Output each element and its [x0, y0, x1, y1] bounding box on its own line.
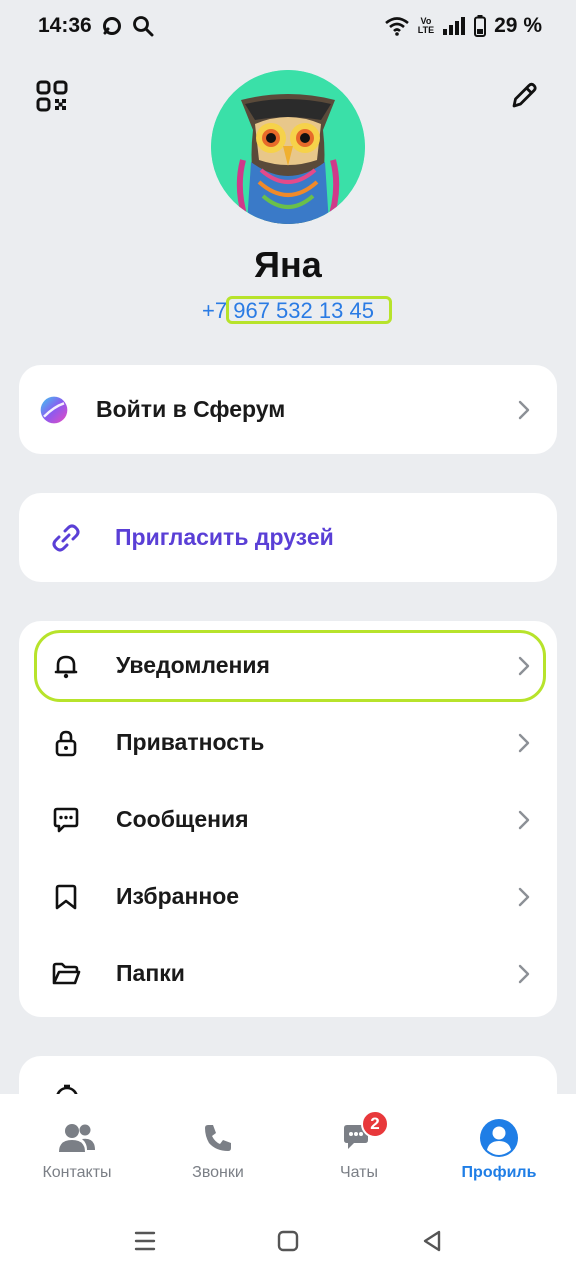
tab-label: Контакты — [42, 1164, 112, 1181]
status-right: Vo LTE 29 % — [384, 14, 542, 38]
qr-code-icon — [36, 80, 68, 112]
link-icon — [51, 523, 81, 553]
chevron-right-icon — [517, 733, 533, 753]
invite-friends-label: Пригласить друзей — [115, 524, 334, 550]
chats-icon: 2 — [339, 1110, 389, 1158]
status-time: 14:36 — [38, 14, 92, 37]
qr-code-button[interactable] — [32, 76, 72, 116]
invite-card: Пригласить друзей — [19, 493, 557, 582]
battery-icon — [474, 15, 487, 37]
back-button[interactable] — [417, 1226, 447, 1256]
bottom-tab-bar: Контакты Звонки 2 Чаты Профиль — [0, 1094, 576, 1200]
tab-label: Профиль — [461, 1164, 537, 1181]
system-navigation-bar — [0, 1200, 576, 1280]
recent-apps-button[interactable] — [130, 1226, 160, 1256]
settings-item-label: Уведомления — [116, 652, 270, 678]
sferum-login-label: Войти в Сферум — [96, 396, 286, 422]
menu-icon — [134, 1231, 156, 1251]
status-bar: 14:36 Vo LTE 29 % — [0, 0, 576, 52]
home-square-icon — [277, 1230, 299, 1252]
chevron-right-icon — [517, 887, 533, 907]
tab-calls[interactable]: Звонки — [146, 1094, 290, 1200]
profile-icon — [479, 1118, 519, 1158]
profile-phone-link[interactable]: +7 967 532 13 45 — [0, 298, 576, 324]
tab-contacts[interactable]: Контакты — [5, 1094, 149, 1200]
volte-indicator: Vo LTE — [418, 17, 434, 35]
settings-item-folders[interactable]: Папки — [19, 935, 557, 1012]
profile-name: Яна — [254, 244, 322, 285]
search-icon — [132, 15, 154, 37]
chevron-right-icon — [517, 810, 533, 830]
tab-chats[interactable]: 2 Чаты — [287, 1094, 431, 1200]
invite-friends-item[interactable]: Пригласить друзей — [19, 499, 557, 576]
signal-icon — [442, 16, 466, 36]
sferum-login-item[interactable]: Войти в Сферум — [19, 371, 557, 448]
chevron-right-icon — [517, 964, 533, 984]
chevron-right-icon — [517, 400, 533, 420]
back-triangle-icon — [423, 1230, 441, 1252]
status-left: 14:36 — [38, 14, 154, 38]
pencil-icon — [512, 82, 537, 108]
chevron-right-icon — [517, 656, 533, 676]
wifi-icon — [384, 16, 410, 36]
settings-item-label: Избранное — [116, 883, 240, 909]
settings-item-notifications[interactable]: Уведомления — [19, 627, 557, 704]
settings-card: Уведомления Приватность Сообщения Избран… — [19, 621, 557, 1017]
settings-item-label: Приватность — [116, 729, 265, 755]
edit-profile-button[interactable] — [504, 76, 544, 116]
settings-item-label: Сообщения — [116, 806, 249, 832]
settings-item-messages[interactable]: Сообщения — [19, 781, 557, 858]
settings-item-label: Папки — [116, 960, 185, 986]
profile-avatar[interactable] — [211, 70, 365, 224]
sferum-card: Войти в Сферум — [19, 365, 557, 454]
settings-item-privacy[interactable]: Приватность — [19, 704, 557, 781]
folder-icon — [51, 959, 81, 989]
tab-profile[interactable]: Профиль — [427, 1094, 571, 1200]
tab-label: Звонки — [192, 1164, 244, 1181]
message-icon — [51, 805, 81, 835]
tab-label: Чаты — [339, 1164, 379, 1181]
home-button[interactable] — [273, 1226, 303, 1256]
lock-icon — [51, 728, 81, 758]
unread-badge: 2 — [361, 1110, 389, 1138]
bell-icon — [51, 651, 81, 681]
settings-item-favorites[interactable]: Избранное — [19, 858, 557, 935]
sferum-logo-icon — [39, 395, 69, 425]
phone-icon — [198, 1118, 238, 1158]
contacts-icon — [57, 1118, 97, 1158]
messenger-notification-icon — [102, 16, 122, 36]
owl-avatar-image — [211, 70, 365, 224]
volte-bottom: LTE — [417, 25, 435, 35]
bookmark-icon — [51, 882, 81, 912]
battery-level: 29 % — [494, 14, 542, 37]
